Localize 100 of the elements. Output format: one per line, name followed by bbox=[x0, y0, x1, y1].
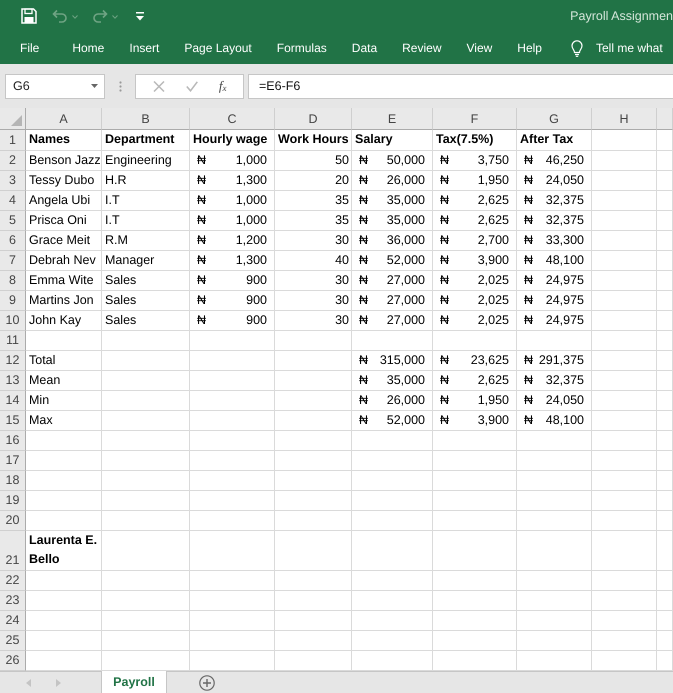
empty-cell bbox=[657, 330, 673, 350]
select-all-button[interactable] bbox=[0, 108, 26, 130]
empty-cell bbox=[592, 470, 657, 490]
plus-circle-icon[interactable] bbox=[199, 674, 215, 690]
vertical-dots-icon[interactable] bbox=[119, 80, 122, 92]
function-button[interactable]: f$_{x}$ bbox=[218, 78, 226, 94]
menu-tab[interactable]: Page Layout bbox=[184, 41, 252, 55]
table-cell: Grace Meit bbox=[26, 230, 102, 250]
row-header[interactable]: 16 bbox=[0, 430, 26, 450]
menu-tab[interactable]: Help bbox=[517, 41, 542, 55]
row-header[interactable]: 22 bbox=[0, 570, 26, 590]
empty-cell bbox=[657, 350, 673, 370]
row-header[interactable]: 11 bbox=[0, 330, 26, 350]
currency-symbol: ₦ bbox=[524, 372, 534, 388]
menu-tab[interactable]: Formulas bbox=[276, 41, 327, 55]
column-header[interactable]: A bbox=[26, 108, 102, 130]
amount-text: 48,100 bbox=[546, 412, 584, 428]
row-header[interactable]: 13 bbox=[0, 370, 26, 390]
column-header[interactable]: F bbox=[433, 108, 517, 130]
empty-cell bbox=[657, 170, 673, 190]
table-cell: Sales bbox=[102, 310, 190, 330]
amount-text: 27,000 bbox=[386, 272, 425, 288]
table-cell: Emma Wite bbox=[26, 270, 102, 290]
currency-symbol: ₦ bbox=[359, 192, 368, 208]
name-box[interactable]: G6 bbox=[5, 74, 105, 98]
column-header[interactable]: D bbox=[275, 108, 352, 130]
table-cell: Benson Jazz bbox=[26, 150, 102, 170]
row-header[interactable]: 14 bbox=[0, 390, 26, 410]
caret-bar-icon[interactable] bbox=[136, 12, 144, 20]
currency-symbol: ₦ bbox=[440, 172, 450, 188]
empty-cell bbox=[592, 510, 657, 530]
row-header[interactable]: 6 bbox=[0, 230, 26, 250]
row-header[interactable]: 26 bbox=[0, 650, 26, 670]
amount-text: 3,900 bbox=[478, 412, 509, 428]
amount-text: 2,025 bbox=[478, 272, 509, 288]
formula-field[interactable]: =E6-F6 bbox=[248, 74, 673, 98]
table-cell: 30 bbox=[275, 290, 352, 310]
row-header[interactable]: 23 bbox=[0, 590, 26, 610]
row-header[interactable]: 24 bbox=[0, 610, 26, 630]
table-cell: Prisca Oni bbox=[26, 210, 102, 230]
menu-tab[interactable]: File bbox=[20, 41, 40, 55]
amount-text: 32,375 bbox=[546, 372, 584, 388]
amount-text: 1,200 bbox=[236, 232, 267, 248]
menu-tab[interactable]: Data bbox=[352, 41, 378, 55]
row-header[interactable]: 18 bbox=[0, 470, 26, 490]
row-header[interactable]: 21 bbox=[0, 530, 26, 570]
column-header[interactable] bbox=[657, 108, 673, 130]
row-header[interactable]: 25 bbox=[0, 630, 26, 650]
table-cell: I.T bbox=[102, 190, 190, 210]
row-header[interactable]: 19 bbox=[0, 490, 26, 510]
sheet-tab[interactable]: Payroll bbox=[101, 670, 167, 693]
column-header[interactable]: B bbox=[102, 108, 190, 130]
tell-me-search[interactable]: Tell me what bbox=[596, 41, 663, 55]
currency-symbol: ₦ bbox=[359, 412, 368, 428]
empty-cell bbox=[592, 610, 657, 630]
row-header[interactable]: 10 bbox=[0, 310, 26, 330]
menu-tab[interactable]: Home bbox=[72, 41, 104, 55]
caret-icon[interactable] bbox=[91, 84, 98, 88]
column-header[interactable]: E bbox=[352, 108, 433, 130]
currency-symbol: ₦ bbox=[524, 392, 534, 408]
row-header[interactable]: 9 bbox=[0, 290, 26, 310]
currency-symbol: ₦ bbox=[359, 272, 368, 288]
currency-symbol: ₦ bbox=[197, 252, 206, 268]
row-header[interactable]: 20 bbox=[0, 510, 26, 530]
row-header[interactable]: 5 bbox=[0, 210, 26, 230]
row-header[interactable]: 1 bbox=[0, 130, 26, 150]
row-header[interactable]: 2 bbox=[0, 150, 26, 170]
empty-cell bbox=[657, 610, 673, 630]
amount-text: 1,950 bbox=[478, 392, 509, 408]
menu-tab[interactable]: Insert bbox=[129, 41, 160, 55]
row-header[interactable]: 12 bbox=[0, 350, 26, 370]
currency-symbol: ₦ bbox=[524, 152, 534, 168]
empty-cell bbox=[657, 210, 673, 230]
table-cell: Angela Ubi bbox=[26, 190, 102, 210]
amount-text: 1,300 bbox=[236, 252, 267, 268]
column-header[interactable]: G bbox=[517, 108, 592, 130]
lightbulb-icon[interactable] bbox=[570, 40, 583, 56]
empty-cell bbox=[592, 530, 657, 570]
currency-symbol: ₦ bbox=[359, 212, 368, 228]
row-header[interactable]: 3 bbox=[0, 170, 26, 190]
empty-cell bbox=[592, 330, 657, 350]
amount-text: 900 bbox=[246, 272, 267, 288]
amount-text: 3,750 bbox=[478, 152, 509, 168]
amount-text: 1,000 bbox=[236, 212, 267, 228]
menu-tab[interactable]: View bbox=[466, 41, 492, 55]
currency-symbol: ₦ bbox=[197, 232, 206, 248]
amount-text: 32,375 bbox=[546, 192, 584, 208]
row-header[interactable]: 4 bbox=[0, 190, 26, 210]
row-header[interactable]: 8 bbox=[0, 270, 26, 290]
column-header[interactable]: H bbox=[592, 108, 657, 130]
currency-symbol: ₦ bbox=[440, 152, 450, 168]
row-header[interactable]: 7 bbox=[0, 250, 26, 270]
menu-tab[interactable]: Review bbox=[402, 41, 442, 55]
window-title: Payroll Assignmen bbox=[570, 9, 673, 23]
currency-symbol: ₦ bbox=[197, 272, 206, 288]
empty-cell bbox=[592, 630, 657, 650]
row-header[interactable]: 15 bbox=[0, 410, 26, 430]
column-header[interactable]: C bbox=[190, 108, 275, 130]
table-cell: I.T bbox=[102, 210, 190, 230]
row-header[interactable]: 17 bbox=[0, 450, 26, 470]
